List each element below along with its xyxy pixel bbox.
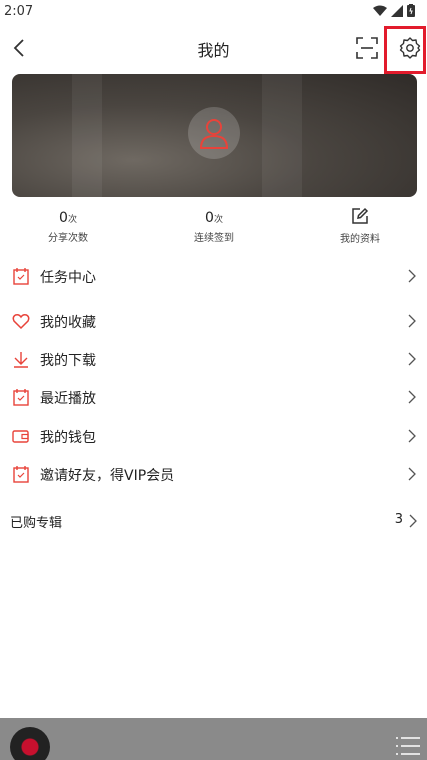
share-count-label: 分享次数 <box>48 233 88 244</box>
download-icon <box>14 352 28 368</box>
chevron-right-icon <box>408 390 416 404</box>
profile-banner[interactable] <box>12 74 417 197</box>
menu-item-label: 我的收藏 <box>40 315 96 331</box>
signal-icon <box>391 4 403 17</box>
header: 我的 <box>0 24 427 72</box>
chevron-right-icon <box>408 269 416 283</box>
menu-item-label: 最近播放 <box>40 391 96 407</box>
signin-streak-value: 0 <box>205 210 214 226</box>
vinyl-disc-icon[interactable] <box>10 727 50 760</box>
menu-item-label: 我的下载 <box>40 353 96 369</box>
scan-icon[interactable] <box>356 37 378 59</box>
menu-item-label: 邀请好友，得VIP会员 <box>40 468 175 484</box>
menu-item-recent[interactable]: 最近播放 <box>0 378 427 416</box>
share-count-stat[interactable]: 0次 分享次数 <box>8 207 128 244</box>
status-time: 2:07 <box>4 4 34 19</box>
chevron-right-icon <box>408 467 416 481</box>
calendar-icon <box>13 268 29 285</box>
banner-texture <box>72 74 102 197</box>
menu-item-invite[interactable]: 邀请好友，得VIP会员 <box>0 455 427 493</box>
mini-player[interactable] <box>0 718 427 760</box>
user-icon <box>199 119 229 149</box>
signin-streak-label: 连续签到 <box>194 233 234 244</box>
wifi-icon <box>373 5 387 16</box>
signin-streak-unit: 次 <box>213 215 223 225</box>
menu-item-wallet[interactable]: 我的钱包 <box>0 417 427 455</box>
wallet-icon <box>12 430 29 443</box>
status-bar: 2:07 <box>0 0 427 24</box>
purchased-albums-count: 3 <box>394 512 403 527</box>
my-profile-label: 我的资料 <box>340 234 380 245</box>
chevron-right-icon <box>408 352 416 366</box>
chevron-right-icon <box>408 429 416 443</box>
stats-row: 0次 分享次数 0次 连续签到 我的资料 <box>0 207 427 247</box>
menu-item-favorites[interactable]: 我的收藏 <box>0 302 427 340</box>
banner-texture <box>262 74 302 197</box>
playlist-icon[interactable] <box>395 735 421 757</box>
purchased-albums-row[interactable]: 已购专辑 3 <box>0 508 427 532</box>
calendar-icon <box>13 389 29 406</box>
battery-icon <box>407 4 415 17</box>
purchased-albums-label: 已购专辑 <box>10 516 63 531</box>
settings-highlight-box <box>384 26 426 74</box>
chevron-right-icon <box>408 314 416 328</box>
avatar[interactable] <box>188 107 240 159</box>
heart-icon <box>12 314 30 330</box>
status-icons <box>373 4 415 17</box>
menu-item-task-center[interactable]: 任务中心 <box>0 257 427 295</box>
chevron-right-icon <box>409 514 417 528</box>
menu-item-downloads[interactable]: 我的下载 <box>0 340 427 378</box>
menu-item-label: 任务中心 <box>40 270 96 286</box>
menu-item-label: 我的钱包 <box>40 430 96 446</box>
share-count-value: 0 <box>59 210 68 226</box>
signin-streak-stat[interactable]: 0次 连续签到 <box>154 207 274 244</box>
my-profile-stat[interactable]: 我的资料 <box>300 207 420 245</box>
share-count-unit: 次 <box>67 215 77 225</box>
edit-icon <box>352 207 369 224</box>
calendar-icon <box>13 466 29 483</box>
